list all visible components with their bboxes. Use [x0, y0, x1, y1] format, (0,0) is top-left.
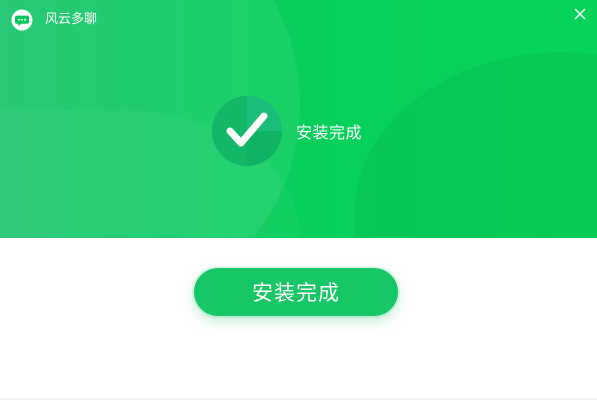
- header-banner: 风云多聊 安装完成: [0, 0, 597, 238]
- install-status-text: 安装完成: [296, 123, 363, 142]
- checkmark-icon: [212, 96, 282, 166]
- chat-bubble-icon: [11, 9, 33, 31]
- app-title: 风云多聊: [45, 12, 98, 27]
- installer-window: 风云多聊 安装完成 安装完成: [0, 0, 597, 400]
- decorative-wave-right: [355, 52, 597, 238]
- close-icon: [574, 8, 586, 20]
- close-button[interactable]: [571, 5, 589, 23]
- app-brand: 风云多聊: [11, 9, 97, 31]
- install-status: 安装完成: [212, 96, 362, 166]
- finish-button[interactable]: 安装完成: [194, 268, 398, 316]
